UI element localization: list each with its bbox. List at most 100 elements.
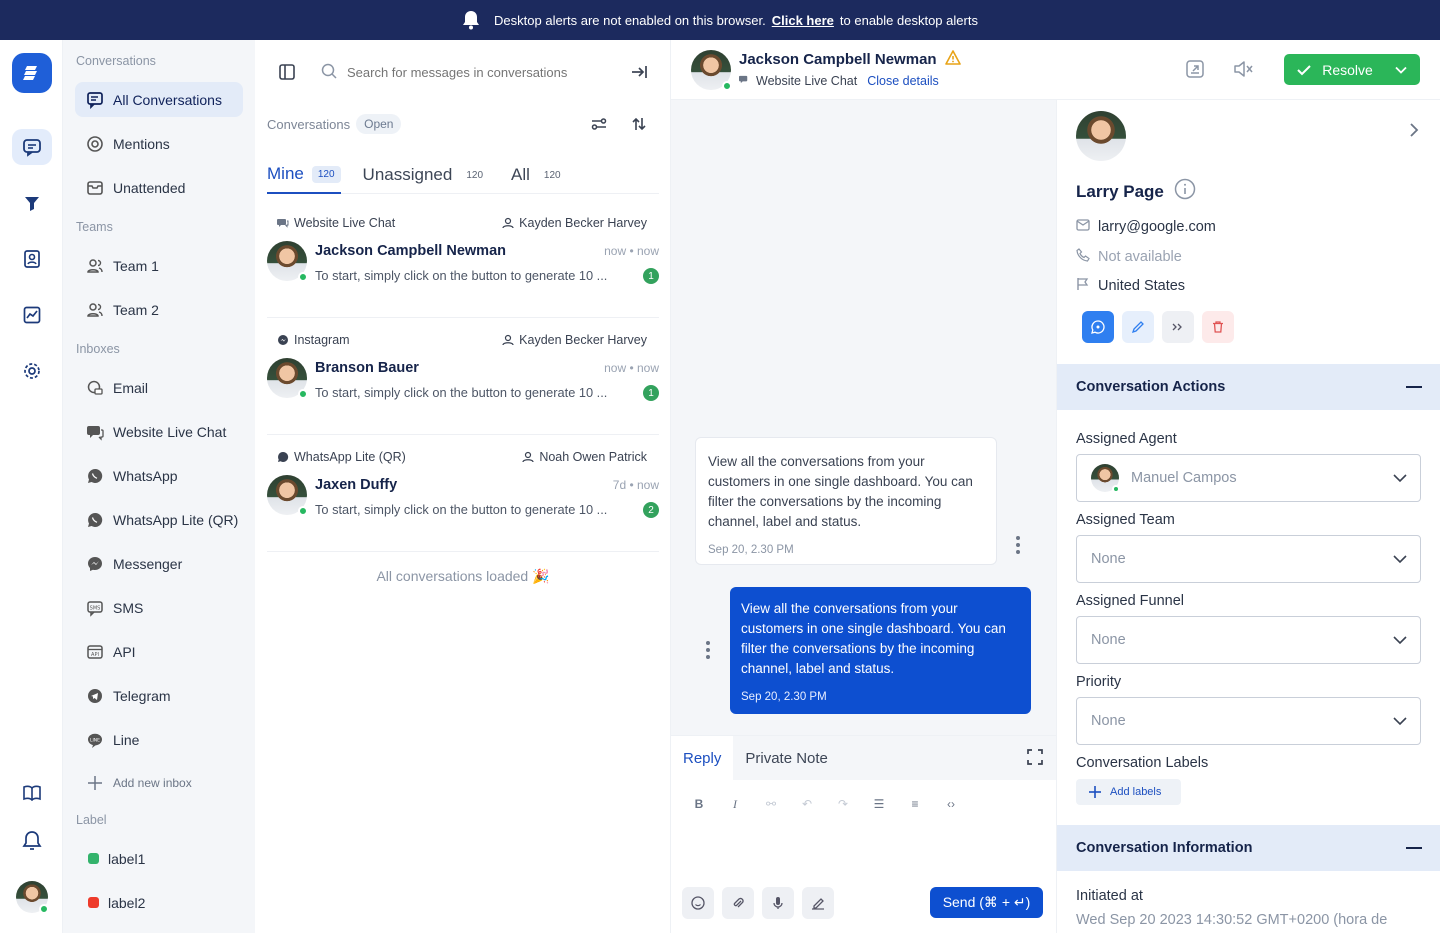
emoji-icon [691, 896, 705, 910]
add-new-inbox-button[interactable]: Add new inbox [75, 765, 243, 800]
contacts-nav-icon[interactable] [12, 241, 52, 277]
sidebar-item-line[interactable]: LINE Line [75, 722, 243, 757]
emoji-button[interactable] [682, 887, 714, 919]
resolve-button[interactable]: Resolve [1284, 54, 1420, 85]
search-input[interactable] [347, 64, 577, 80]
email-value: larry@google.com [1098, 219, 1216, 235]
conversation-card[interactable]: WhatsApp Lite (QR) Noah Owen Patrick Jaxe… [267, 438, 659, 552]
select-value: None [1091, 632, 1126, 648]
toggle-sidebar-button[interactable] [267, 52, 307, 92]
bullet-list-icon[interactable]: ☰ [871, 796, 887, 812]
contact-country: United States [1076, 277, 1185, 295]
sidebar-item-api[interactable]: API API [75, 634, 243, 669]
sidebar-item-team-2[interactable]: Team 2 [75, 292, 243, 327]
priority-select[interactable]: None [1076, 697, 1421, 745]
sidebar-item-email[interactable]: Email [75, 370, 243, 405]
sidebar-item-whatsapp[interactable]: WhatsApp [75, 458, 243, 493]
contact-name: Larry Page [1076, 181, 1164, 201]
sort-button[interactable] [619, 104, 659, 144]
sidebar-item-mentions[interactable]: Mentions [75, 126, 243, 161]
plus-icon [1089, 786, 1101, 798]
conversation-card[interactable]: Instagram Kayden Becker Harvey Branson Ba… [267, 321, 659, 435]
sidebar-item-label: WhatsApp [113, 467, 178, 484]
close-details-link[interactable]: Close details [867, 74, 939, 88]
tab-all[interactable]: All 120 [511, 160, 567, 194]
code-icon[interactable]: ‹› [943, 796, 959, 812]
sidebar-item-sms[interactable]: SMS SMS [75, 590, 243, 625]
desktop-alert-banner: Desktop alerts are not enabled on this b… [0, 0, 1440, 40]
sidebar-item-label: Line [113, 731, 140, 748]
funnel-nav-icon[interactable] [12, 185, 52, 221]
sidebar-item-website-live-chat[interactable]: Website Live Chat [75, 414, 243, 449]
sidebar-item-telegram[interactable]: Telegram [75, 678, 243, 713]
message-menu-button[interactable] [1010, 533, 1026, 557]
sidebar-item-label: Email [113, 379, 149, 396]
section-title: Conversation Actions [1076, 379, 1226, 395]
banner-text: Desktop alerts are not enabled on this b… [494, 12, 766, 28]
conversation-card[interactable]: Website Live Chat Kayden Becker Harvey Ja… [267, 204, 659, 318]
conversation-actions-header[interactable]: Conversation Actions [1057, 364, 1440, 410]
collapse-list-button[interactable] [619, 52, 659, 92]
tab-private-note[interactable]: Private Note [733, 736, 840, 780]
icon-rail [0, 40, 63, 933]
docs-book-icon[interactable] [12, 775, 52, 811]
message-menu-button[interactable] [700, 638, 716, 662]
sidebar-item-team-1[interactable]: Team 1 [75, 248, 243, 283]
send-button[interactable]: Send (⌘ + ↵) [930, 887, 1043, 918]
sidebar-item-label: API [113, 643, 136, 660]
link-icon[interactable]: ⚯ [763, 796, 779, 812]
settings-nav-icon[interactable] [12, 353, 52, 389]
sidebar-item-label1[interactable]: label1 [75, 841, 243, 876]
enable-alerts-link[interactable]: Click here [772, 13, 834, 28]
assigned-agent-select[interactable]: Manuel Campos [1076, 454, 1421, 502]
sidebar-item-messenger[interactable]: Messenger [75, 546, 243, 581]
mute-button[interactable] [1229, 54, 1259, 84]
tab-reply[interactable]: Reply [671, 736, 734, 780]
edit-contact-button[interactable] [1122, 311, 1154, 343]
conversation-information-header[interactable]: Conversation Information [1057, 825, 1440, 871]
assignee: Kayden Becker Harvey [502, 333, 647, 347]
status-badge[interactable]: Open [356, 114, 402, 134]
redo-icon[interactable]: ↷ [835, 796, 851, 812]
voice-button[interactable] [762, 887, 794, 919]
microphone-icon [773, 897, 783, 909]
sidebar-item-unattended[interactable]: Unattended [75, 170, 243, 205]
expand-editor-button[interactable] [1024, 746, 1046, 768]
open-external-button[interactable] [1180, 54, 1210, 84]
add-labels-button[interactable]: Add labels [1076, 779, 1181, 805]
assigned-funnel-label: Assigned Funnel [1076, 593, 1185, 609]
chevron-right-icon[interactable] [1408, 122, 1420, 141]
sidebar-item-whatsapp-lite[interactable]: WhatsApp Lite (QR) [75, 502, 243, 537]
user-avatar[interactable] [16, 881, 49, 914]
assigned-funnel-select[interactable]: None [1076, 616, 1421, 664]
sidebar-item-all-conversations[interactable]: All Conversations [75, 82, 243, 117]
new-conversation-button[interactable] [1082, 311, 1114, 343]
delete-contact-button[interactable] [1202, 311, 1234, 343]
filter-button[interactable] [579, 104, 619, 144]
sidebar-item-label: Team 1 [113, 257, 159, 274]
attach-button[interactable] [722, 887, 754, 919]
contact-avatar [267, 475, 308, 516]
chat-panel: Jackson Campbell Newman Website Live Cha… [671, 40, 1440, 933]
assigned-team-select[interactable]: None [1076, 535, 1421, 583]
numbered-list-icon[interactable]: ≡ [907, 796, 923, 812]
bold-icon[interactable]: B [691, 796, 707, 812]
line-icon: LINE [86, 731, 104, 749]
signature-button[interactable] [802, 887, 834, 919]
merge-contact-button[interactable] [1162, 311, 1194, 343]
info-icon[interactable] [1174, 178, 1196, 205]
conversations-nav-icon[interactable] [12, 129, 52, 165]
tab-label: All [511, 165, 530, 184]
notifications-bell-icon[interactable] [12, 823, 52, 859]
italic-icon[interactable]: I [727, 796, 743, 812]
assignee-label: Kayden Becker Harvey [519, 333, 647, 347]
api-icon: API [86, 643, 104, 661]
banner-suffix: to enable desktop alerts [839, 12, 978, 28]
app-logo[interactable] [12, 53, 52, 93]
sidebar-item-label2[interactable]: label2 [75, 885, 243, 920]
tab-mine[interactable]: Mine 120 [267, 160, 341, 194]
undo-icon[interactable]: ↶ [799, 796, 815, 812]
tab-unassigned[interactable]: Unassigned 120 [363, 160, 489, 194]
search-box[interactable] [307, 52, 619, 92]
reports-nav-icon[interactable] [12, 297, 52, 333]
